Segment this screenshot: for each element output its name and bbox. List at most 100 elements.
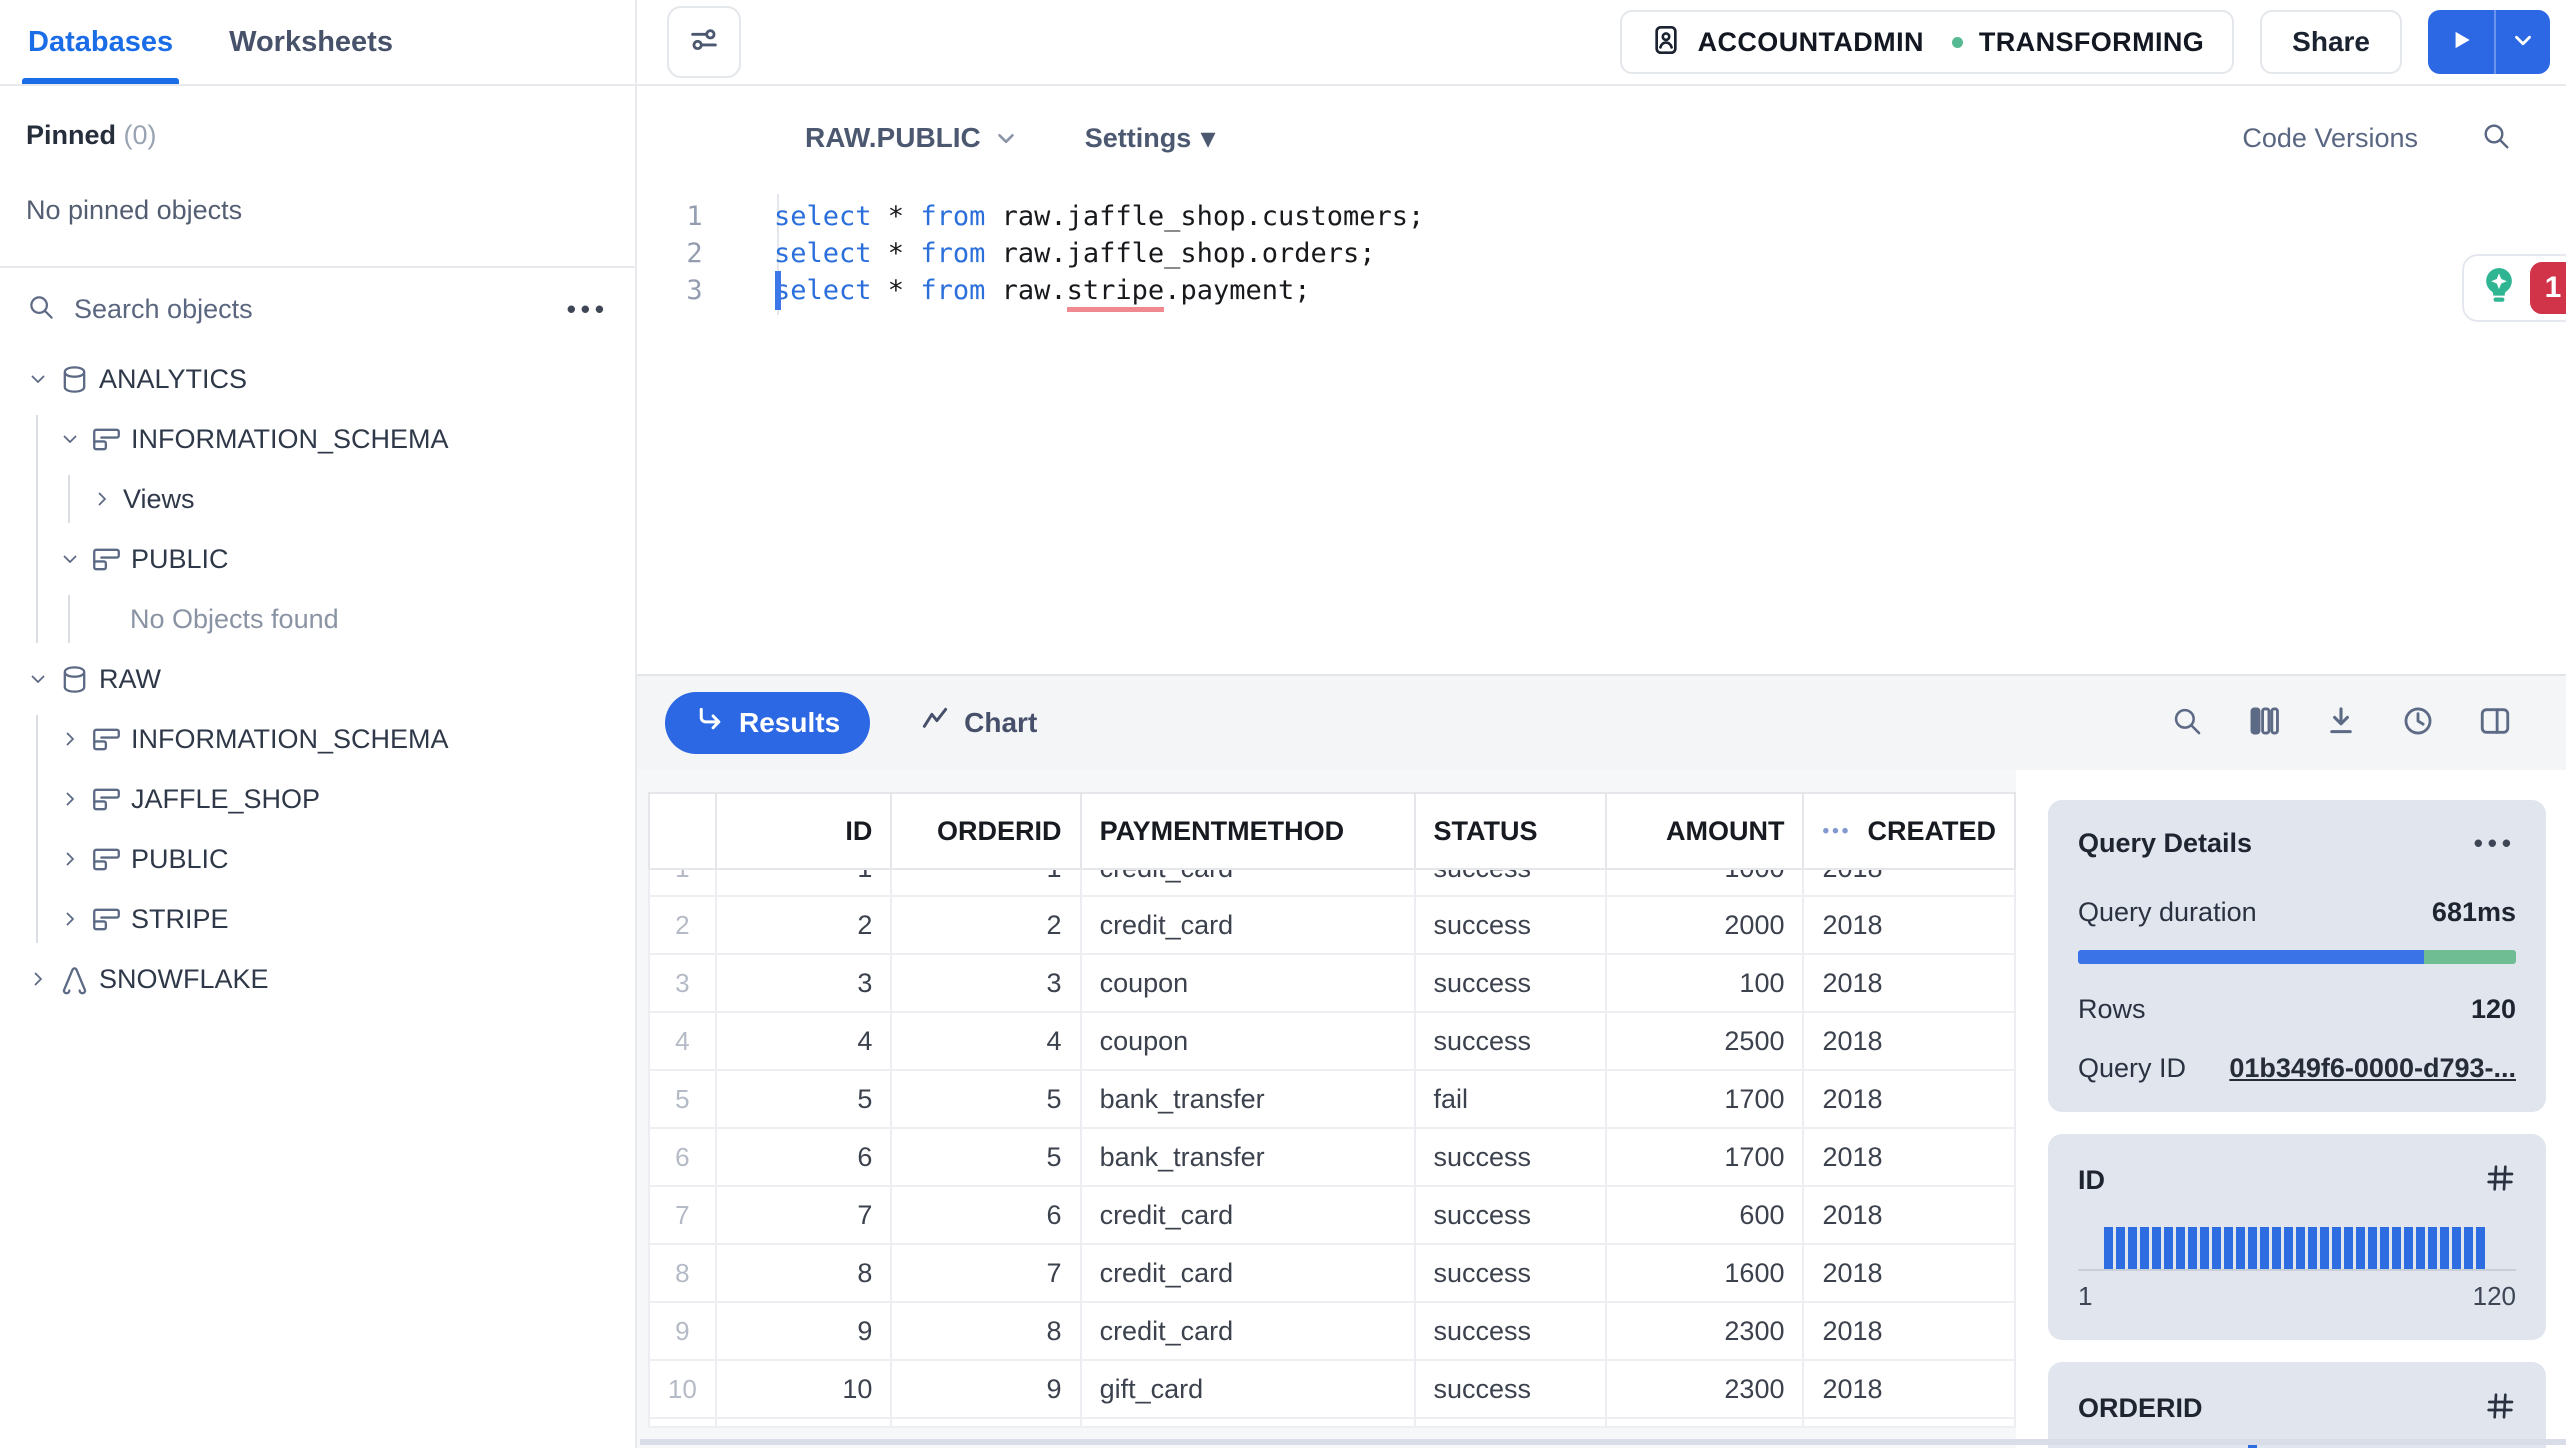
table-cell[interactable]: success (1413, 895, 1607, 955)
table-cell[interactable]: credit_card (1079, 1185, 1416, 1245)
table-cell[interactable]: 2300 (1604, 1301, 1805, 1361)
table-cell[interactable]: credit_card (1079, 868, 1416, 897)
hash-icon[interactable] (2484, 1162, 2516, 1199)
table-row[interactable]: 8 8 7 credit_card success 1600 2018 (648, 1243, 2016, 1303)
share-button[interactable]: Share (2260, 10, 2402, 74)
table-cell[interactable]: 4 (714, 1011, 893, 1071)
table-row[interactable]: 3 3 3 coupon success 100 2018 (648, 953, 2016, 1013)
table-cell[interactable]: 2018 (1802, 1011, 2016, 1071)
table-cell[interactable]: success (1413, 1011, 1607, 1071)
table-cell[interactable]: 2000 (1604, 895, 1805, 955)
chart-tab[interactable]: Chart (920, 705, 1037, 742)
table-row[interactable]: 4 4 4 coupon success 2500 2018 (648, 1011, 2016, 1071)
table-cell[interactable]: credit_card (1079, 1301, 1416, 1361)
table-cell[interactable]: 1 (890, 868, 1082, 897)
tree-item-views[interactable]: Views (0, 469, 635, 529)
chevron-down-icon[interactable] (58, 427, 82, 451)
row-number-cell[interactable]: 6 (648, 1127, 717, 1187)
row-number-cell[interactable]: 7 (648, 1185, 717, 1245)
table-cell[interactable]: 10 (714, 1359, 893, 1419)
table-cell[interactable]: bank_transfer (1079, 1069, 1416, 1129)
table-cell[interactable]: success (1413, 1127, 1607, 1187)
table-cell[interactable]: credit_card (1079, 895, 1416, 955)
table-cell[interactable]: 7 (714, 1185, 893, 1245)
table-cell[interactable]: 600 (1604, 1185, 1805, 1245)
table-cell[interactable]: 3 (714, 953, 893, 1013)
query-id-link[interactable]: 01b349f6-0000-d793-... (2229, 1053, 2516, 1084)
id-histogram[interactable] (2078, 1225, 2516, 1269)
chevron-right-icon[interactable] (58, 907, 82, 931)
code-line[interactable]: 1 select * from raw.jaffle_shop.customers… (637, 198, 2566, 235)
query-details-menu-icon[interactable]: ••• (2474, 828, 2516, 859)
table-row[interactable]: 10 10 9 gift_card success 2300 2018 (648, 1359, 2016, 1419)
object-search-row[interactable]: Search objects ••• (0, 268, 635, 337)
table-cell[interactable]: 8 (714, 1243, 893, 1303)
download-icon[interactable] (2324, 704, 2358, 743)
hash-icon[interactable] (2484, 1390, 2516, 1427)
code-line[interactable]: 2 select * from raw.jaffle_shop.orders; (637, 235, 2566, 272)
tree-item-snowflake[interactable]: SNOWFLAKE (0, 949, 635, 1009)
code-versions-link[interactable]: Code Versions (2242, 123, 2418, 154)
row-number-cell[interactable]: 3 (648, 953, 717, 1013)
row-number-cell[interactable]: 10 (648, 1359, 717, 1419)
table-cell[interactable]: success (1413, 1301, 1607, 1361)
table-cell[interactable]: success (1413, 1243, 1607, 1303)
history-icon[interactable] (2401, 704, 2435, 743)
column-header-id[interactable]: ID (714, 792, 893, 870)
chevron-right-icon[interactable] (26, 967, 50, 991)
results-table[interactable]: ID ORDERID PAYMENTMETHOD STATUS AMOUNT ••• CRE… (648, 792, 2016, 1428)
tab-worksheets[interactable]: Worksheets (229, 0, 393, 84)
run-options-button[interactable] (2494, 10, 2550, 74)
row-number-cell[interactable]: 1 (648, 868, 717, 897)
table-cell[interactable]: 1700 (1604, 1127, 1805, 1187)
column-header-status[interactable]: STATUS (1413, 792, 1607, 870)
table-cell[interactable]: credit_card (1079, 1243, 1416, 1303)
settings-dropdown[interactable]: Settings ▾ (1085, 123, 1215, 154)
table-cell[interactable]: coupon (1079, 953, 1416, 1013)
sql-editor[interactable]: RAW.PUBLIC Settings ▾ Code Versions 1 sel… (637, 86, 2566, 674)
table-cell[interactable]: 1600 (1604, 1243, 1805, 1303)
table-cell[interactable]: coupon (1079, 1011, 1416, 1071)
table-cell[interactable]: 6 (890, 1185, 1082, 1245)
table-cell[interactable]: success (1413, 1359, 1607, 1419)
context-role-warehouse-button[interactable]: ACCOUNTADMIN TRANSFORMING (1619, 10, 2235, 74)
table-cell[interactable]: 2300 (1604, 1359, 1805, 1419)
table-row[interactable]: 111credit_cardsuccess10002018 (648, 868, 2016, 897)
table-cell[interactable]: 2018 (1802, 1301, 2016, 1361)
table-cell[interactable]: 7 (890, 1243, 1082, 1303)
tree-item-raw[interactable]: RAW (0, 649, 635, 709)
table-cell[interactable]: 5 (714, 1069, 893, 1129)
table-cell[interactable]: 2018 (1802, 895, 2016, 955)
table-cell[interactable]: success (1413, 953, 1607, 1013)
tree-item-public[interactable]: PUBLIC (0, 829, 635, 889)
table-cell[interactable]: 2500 (1604, 1011, 1805, 1071)
table-cell[interactable]: 8 (890, 1301, 1082, 1361)
code-line[interactable]: 3 select * from raw.stripe.payment; (637, 271, 2566, 312)
table-cell[interactable]: 2018 (1802, 1069, 2016, 1129)
row-number-cell[interactable]: 9 (648, 1301, 717, 1361)
table-cell[interactable]: 4 (890, 1011, 1082, 1071)
tree-item-stripe[interactable]: STRIPE (0, 889, 635, 949)
table-cell[interactable]: 1700 (1604, 1069, 1805, 1129)
table-cell[interactable]: 2018 (1802, 1185, 2016, 1245)
table-cell[interactable]: 2018 (1802, 868, 2016, 897)
run-button[interactable] (2428, 10, 2494, 74)
layout-panel-icon[interactable] (2478, 704, 2512, 743)
chevron-right-icon[interactable] (90, 487, 114, 511)
table-cell[interactable]: bank_transfer (1079, 1127, 1416, 1187)
code-area[interactable]: 1 select * from raw.jaffle_shop.customers… (637, 190, 2566, 315)
chevron-right-icon[interactable] (58, 847, 82, 871)
row-number-cell[interactable]: 4 (648, 1011, 717, 1071)
columns-icon[interactable] (2247, 704, 2281, 743)
table-cell[interactable]: 5 (890, 1069, 1082, 1129)
tree-item-public[interactable]: PUBLIC (0, 529, 635, 589)
column-header-paymentmethod[interactable]: PAYMENTMETHOD (1079, 792, 1416, 870)
table-cell[interactable]: 1000 (1604, 868, 1805, 897)
copilot-suggestion-pill[interactable]: 1 (2462, 254, 2566, 322)
row-number-cell[interactable]: 5 (648, 1069, 717, 1129)
horizontal-scrollbar[interactable] (640, 1439, 2566, 1445)
filters-button[interactable] (667, 6, 741, 78)
table-cell[interactable]: success (1413, 1185, 1607, 1245)
table-cell[interactable]: 2018 (1802, 953, 2016, 1013)
column-options-icon[interactable]: ••• (1822, 821, 1851, 842)
